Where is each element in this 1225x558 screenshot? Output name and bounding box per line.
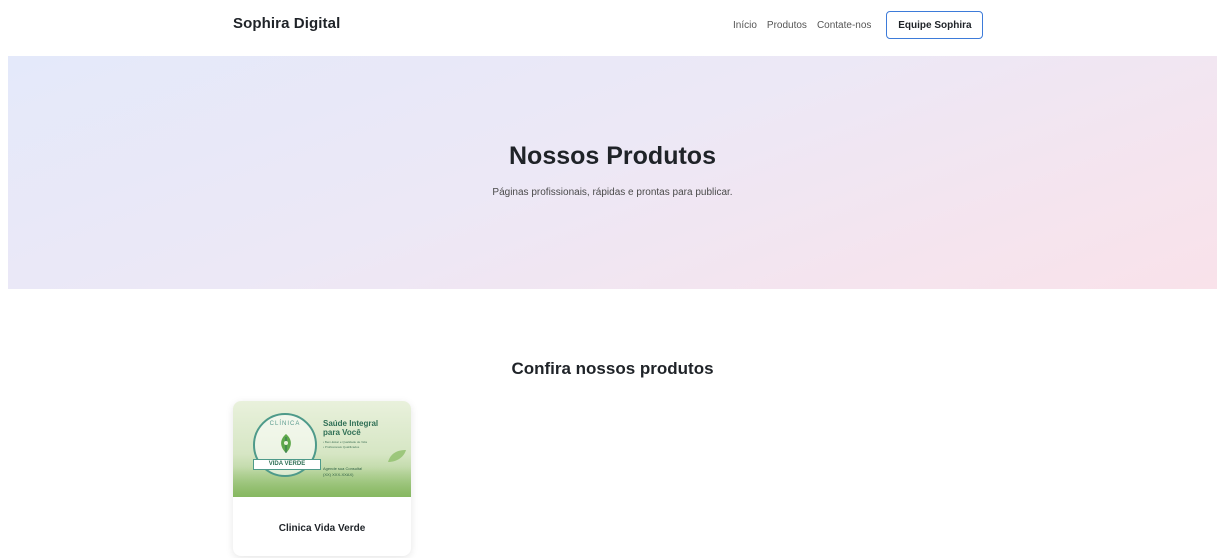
logo-top-text: CLÍNICA bbox=[269, 421, 301, 427]
site-header: Sophira Digital Início Produtos Contate-… bbox=[0, 0, 1225, 56]
product-card[interactable]: CLÍNICA VIDA VERDE Saúde Integral para V… bbox=[233, 401, 411, 556]
nav-link-contate-nos[interactable]: Contate-nos bbox=[817, 20, 871, 31]
thumbnail-bullets: • Bem-Estar e Qualidade de Vida • Profis… bbox=[323, 440, 393, 450]
logo-banner-text: VIDA VERDE bbox=[253, 459, 321, 470]
page-title: Nossos Produtos bbox=[509, 142, 716, 170]
decorative-leaf-icon bbox=[388, 450, 406, 462]
product-thumbnail: CLÍNICA VIDA VERDE Saúde Integral para V… bbox=[233, 401, 411, 497]
nav-link-inicio[interactable]: Início bbox=[733, 20, 757, 31]
nav-link-produtos[interactable]: Produtos bbox=[767, 20, 807, 31]
equipe-sophira-button[interactable]: Equipe Sophira bbox=[886, 11, 984, 39]
hero-subtitle: Páginas profissionais, rápidas e prontas… bbox=[492, 187, 733, 198]
bullet-2: • Profissionais Qualificados bbox=[323, 445, 360, 449]
contact-line-2: (XX) XXX-XXAX) bbox=[323, 472, 354, 477]
hero-banner: Nossos Produtos Páginas profissionais, r… bbox=[8, 56, 1217, 289]
thumbnail-contact: Agende sua Consulta! (XX) XXX-XXAX) bbox=[323, 466, 393, 478]
brand-logo[interactable]: Sophira Digital bbox=[233, 15, 340, 32]
product-name: Clinica Vida Verde bbox=[278, 523, 366, 534]
thumbnail-headline: Saúde Integral para Você bbox=[323, 419, 403, 437]
clinic-logo: CLÍNICA VIDA VERDE bbox=[253, 413, 321, 477]
leaf-icon bbox=[281, 434, 291, 453]
products-section-title: Confira nossos produtos bbox=[511, 359, 714, 378]
headline-line-2: para Você bbox=[323, 428, 361, 437]
headline-line-1: Saúde Integral bbox=[323, 419, 379, 428]
main-nav: Início Produtos Contate-nos Equipe Sophi… bbox=[733, 11, 984, 39]
